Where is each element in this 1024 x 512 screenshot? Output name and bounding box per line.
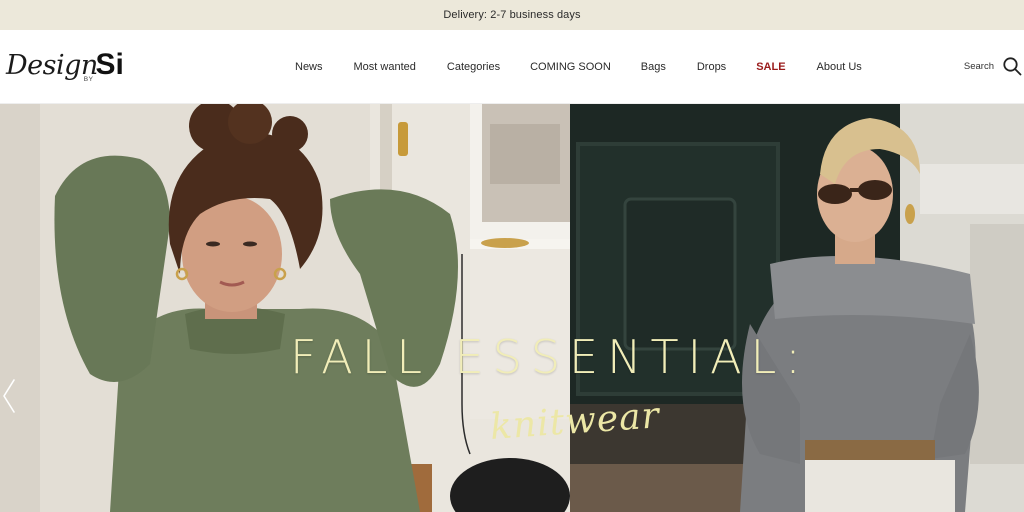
logo-mark: Si	[95, 48, 124, 81]
site-logo[interactable]: Design BY Si	[6, 40, 156, 94]
search-button[interactable]: Search	[964, 54, 1022, 78]
nav-item-most-wanted[interactable]: Most wanted	[354, 61, 416, 73]
hero-image-right	[570, 104, 1024, 512]
nav-item-bags[interactable]: Bags	[641, 61, 666, 73]
logo-by: BY	[83, 75, 94, 83]
nav-item-news[interactable]: News	[295, 61, 323, 73]
chevron-left-icon[interactable]	[0, 376, 18, 416]
hero-image-left	[0, 104, 570, 512]
main-nav: News Most wanted Categories COMING SOON …	[280, 30, 862, 104]
nav-item-drops[interactable]: Drops	[697, 61, 726, 73]
nav-item-categories[interactable]: Categories	[447, 61, 500, 73]
hero-photo-green-sweater	[0, 104, 570, 512]
hero-banner[interactable]: FALL ESSENTIAL: knitwear	[0, 104, 1024, 512]
nav-item-about-us[interactable]: About Us	[817, 61, 862, 73]
search-icon	[1003, 57, 1022, 76]
search-label: Search	[963, 60, 994, 72]
hero-photo-grey-sweater	[570, 104, 1024, 512]
nav-item-sale[interactable]: SALE	[756, 61, 785, 73]
announcement-bar: Delivery: 2-7 business days	[0, 0, 1024, 30]
nav-item-coming-soon[interactable]: COMING SOON	[530, 61, 611, 73]
site-header: Design BY Si News Most wanted Categories…	[0, 30, 1024, 104]
hero-title: FALL ESSENTIAL:	[290, 330, 810, 384]
announcement-text: Delivery: 2-7 business days	[443, 9, 581, 21]
